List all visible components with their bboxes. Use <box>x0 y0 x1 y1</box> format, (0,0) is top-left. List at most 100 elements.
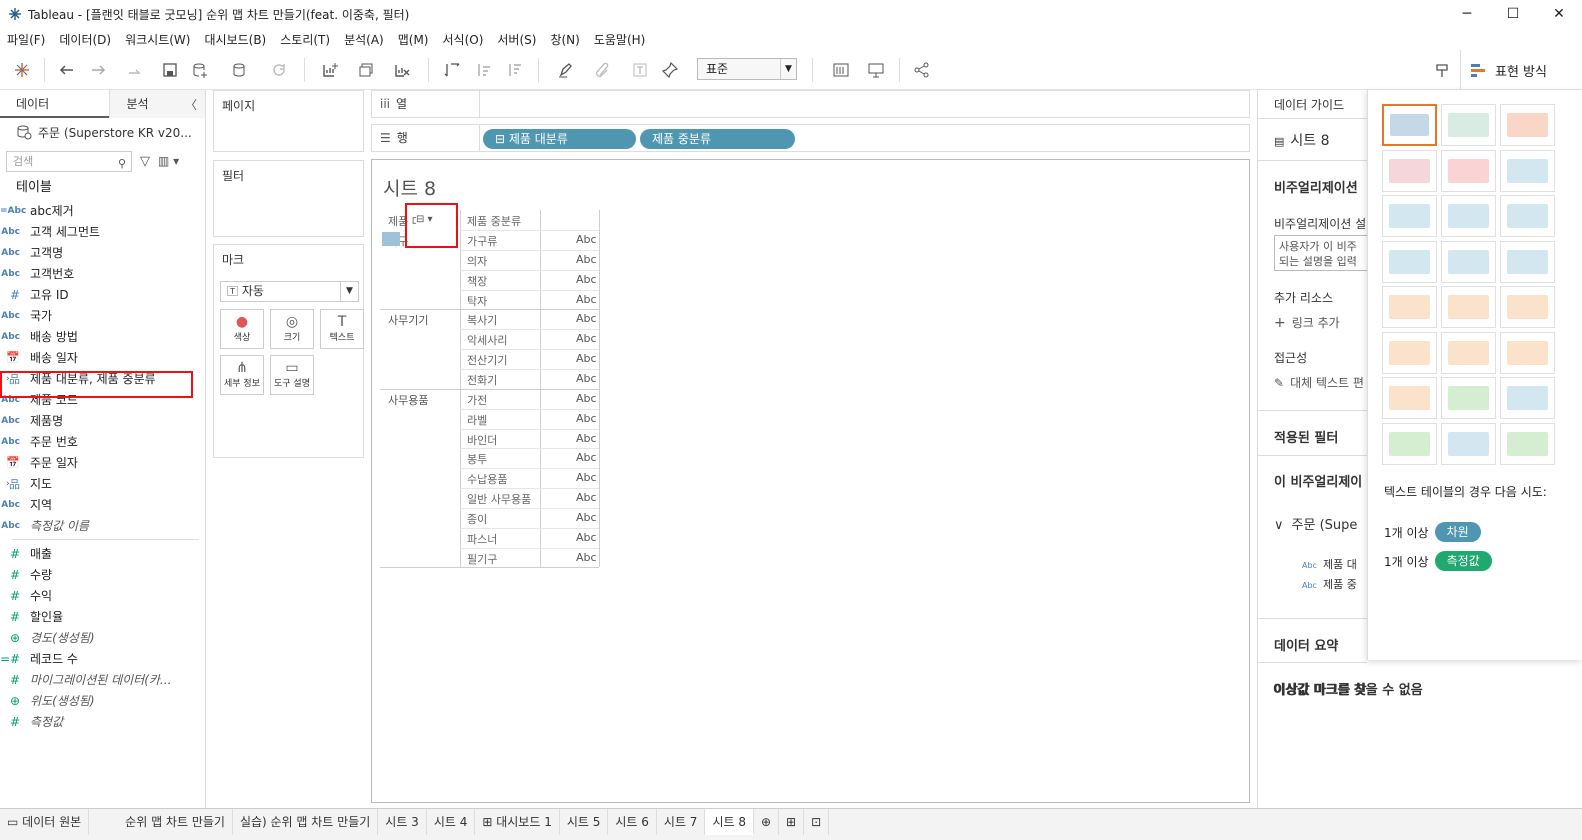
menu-help[interactable]: 도움말(H) <box>587 31 653 48</box>
subcategory-label[interactable]: 일반 사무용품 <box>467 491 531 507</box>
refresh-icon[interactable] <box>262 59 296 81</box>
text-mark[interactable]: Abc <box>576 352 597 365</box>
menu-server[interactable]: 서버(S) <box>490 31 543 48</box>
add-link-button[interactable]: + 링크 추가 <box>1274 314 1340 331</box>
text-mark[interactable]: Abc <box>576 531 597 544</box>
presentation-mode-icon[interactable] <box>864 59 888 81</box>
measure-item[interactable]: # 수량 <box>0 564 205 585</box>
menu-story[interactable]: 스토리(T) <box>273 31 337 48</box>
new-dashboard-tab-icon[interactable]: ⊞ <box>779 809 805 835</box>
highlight-icon[interactable] <box>548 59 582 81</box>
menu-dashboard[interactable]: 대시보드(B) <box>197 31 273 48</box>
sort-ascending-icon[interactable] <box>472 59 496 81</box>
menu-map[interactable]: 맵(M) <box>391 31 436 48</box>
text-mark[interactable]: Abc <box>576 392 597 405</box>
sort-descending-icon[interactable] <box>503 59 527 81</box>
columns-shelf[interactable]: iii 열 <box>371 90 1250 118</box>
subcategory-label[interactable]: 탁자 <box>467 293 487 309</box>
bullet-graph-chart[interactable] <box>1441 422 1496 465</box>
replay-icon[interactable] <box>118 59 152 81</box>
field-item[interactable]: Abc 주문 번호 <box>0 431 205 452</box>
measure-item[interactable]: # 할인율 <box>0 606 205 627</box>
pause-updates-icon[interactable] <box>220 59 260 81</box>
text-mark[interactable]: Abc <box>576 491 597 504</box>
side-by-side-circles-chart[interactable] <box>1500 240 1555 283</box>
filter-icon[interactable]: ▽ <box>140 154 150 169</box>
dual-lines-chart[interactable] <box>1500 286 1555 328</box>
new-worksheet-tab-icon[interactable]: ⊕ <box>754 809 780 835</box>
field-item[interactable]: Abc 고객 세그먼트 <box>0 221 205 242</box>
field-item[interactable]: # 고유 ID <box>0 284 205 305</box>
subcategory-label[interactable]: 가구류 <box>467 233 497 249</box>
field-item[interactable]: › 品 지도 <box>0 473 205 494</box>
sheet-tab[interactable]: 시트 6 <box>608 809 657 835</box>
field-item[interactable]: Abc 측정값 이름 <box>0 515 205 536</box>
filled-map-chart[interactable] <box>1441 149 1496 192</box>
collapse-icon[interactable]: 〈 <box>185 96 197 113</box>
duplicate-sheet-icon[interactable] <box>354 59 378 81</box>
measure-item[interactable]: # 수익 <box>0 585 205 606</box>
swap-rows-columns-icon[interactable] <box>440 59 464 81</box>
menu-data[interactable]: 데이터(D) <box>52 31 118 48</box>
redo-icon[interactable] <box>86 59 110 81</box>
pages-card[interactable]: 페이지 <box>213 90 364 152</box>
area-discrete-chart[interactable] <box>1441 331 1496 374</box>
text-mark[interactable]: Abc <box>576 293 597 306</box>
field-item[interactable]: Abc 고객번호 <box>0 263 205 284</box>
share-icon[interactable] <box>910 59 934 81</box>
mark-text-button[interactable]: T 텍스트 <box>320 309 364 349</box>
group-label[interactable]: 사무기기 <box>388 312 428 328</box>
expand-icon[interactable]: › <box>6 479 10 489</box>
mark-type-select[interactable]: 🅃 자동 ▼ <box>220 281 359 302</box>
histogram-chart[interactable] <box>1441 377 1496 419</box>
sheet-tab[interactable]: 시트 8 <box>705 809 754 835</box>
subcategory-label[interactable]: 파스너 <box>467 531 497 547</box>
measure-item[interactable]: # 측정값 <box>0 711 205 732</box>
show-me-button[interactable]: 표현 방식 <box>1460 50 1582 90</box>
filters-card[interactable]: 필터 <box>213 160 364 237</box>
tab-data[interactable]: 데이터 <box>0 90 110 118</box>
text-mark[interactable]: Abc <box>576 312 597 325</box>
clear-sheet-icon[interactable] <box>385 59 419 81</box>
text-mark[interactable]: Abc <box>576 432 597 445</box>
mark-detail-button[interactable]: ⋔ 세부 정보 <box>220 355 264 395</box>
subcategory-label[interactable]: 전화기 <box>467 372 497 388</box>
mark-tooltip-button[interactable]: ▭ 도구 설명 <box>270 355 314 395</box>
text-mark[interactable]: Abc <box>576 233 597 246</box>
circle-views-chart[interactable] <box>1441 240 1496 283</box>
fit-select[interactable]: 표준 ▼ <box>697 58 797 80</box>
sheet-tab[interactable]: 실습) 순위 맵 차트 만들기 <box>233 809 379 835</box>
show-mark-labels-icon[interactable] <box>628 59 652 81</box>
pin-icon[interactable] <box>1430 59 1454 81</box>
new-datasource-icon[interactable] <box>188 59 212 81</box>
menu-file[interactable]: 파일(F) <box>0 31 52 48</box>
mark-color-button[interactable]: ● 색상 <box>220 309 264 349</box>
text-table-chart[interactable] <box>1382 104 1437 146</box>
field-item[interactable]: 📅 배송 일자 <box>0 347 205 368</box>
undo-icon[interactable] <box>55 59 79 81</box>
side-by-side-bars-chart[interactable] <box>1500 195 1555 237</box>
text-mark[interactable]: Abc <box>576 511 597 524</box>
field-item[interactable]: Abc 고객명 <box>0 242 205 263</box>
packed-bubbles-chart[interactable] <box>1500 422 1555 465</box>
text-mark[interactable]: Abc <box>576 471 597 484</box>
treemap-chart[interactable] <box>1382 240 1437 283</box>
gantt-chart[interactable] <box>1382 422 1437 465</box>
field-item[interactable]: Abc 배송 방법 <box>0 326 205 347</box>
guide-source[interactable]: ∨ 주문 (Supe <box>1274 514 1357 533</box>
area-continuous-chart[interactable] <box>1382 331 1437 374</box>
sheet-tab[interactable]: ⊞ 대시보드 1 <box>475 809 560 835</box>
line-continuous-chart[interactable] <box>1382 286 1437 328</box>
measure-item[interactable]: # 매출 <box>0 543 205 564</box>
tableau-home-icon[interactable] <box>10 59 34 81</box>
subcategory-label[interactable]: 책장 <box>467 273 487 289</box>
heat-map-chart[interactable] <box>1441 104 1496 146</box>
pie-chart[interactable] <box>1500 149 1555 192</box>
text-mark[interactable]: Abc <box>576 551 597 564</box>
text-mark[interactable]: Abc <box>576 332 597 345</box>
mark-size-button[interactable]: ◎ 크기 <box>270 309 314 349</box>
text-mark[interactable]: Abc <box>576 273 597 286</box>
stacked-bars-chart[interactable] <box>1441 195 1496 237</box>
fix-axes-icon[interactable] <box>658 59 682 81</box>
box-whisker-chart[interactable] <box>1500 377 1555 419</box>
